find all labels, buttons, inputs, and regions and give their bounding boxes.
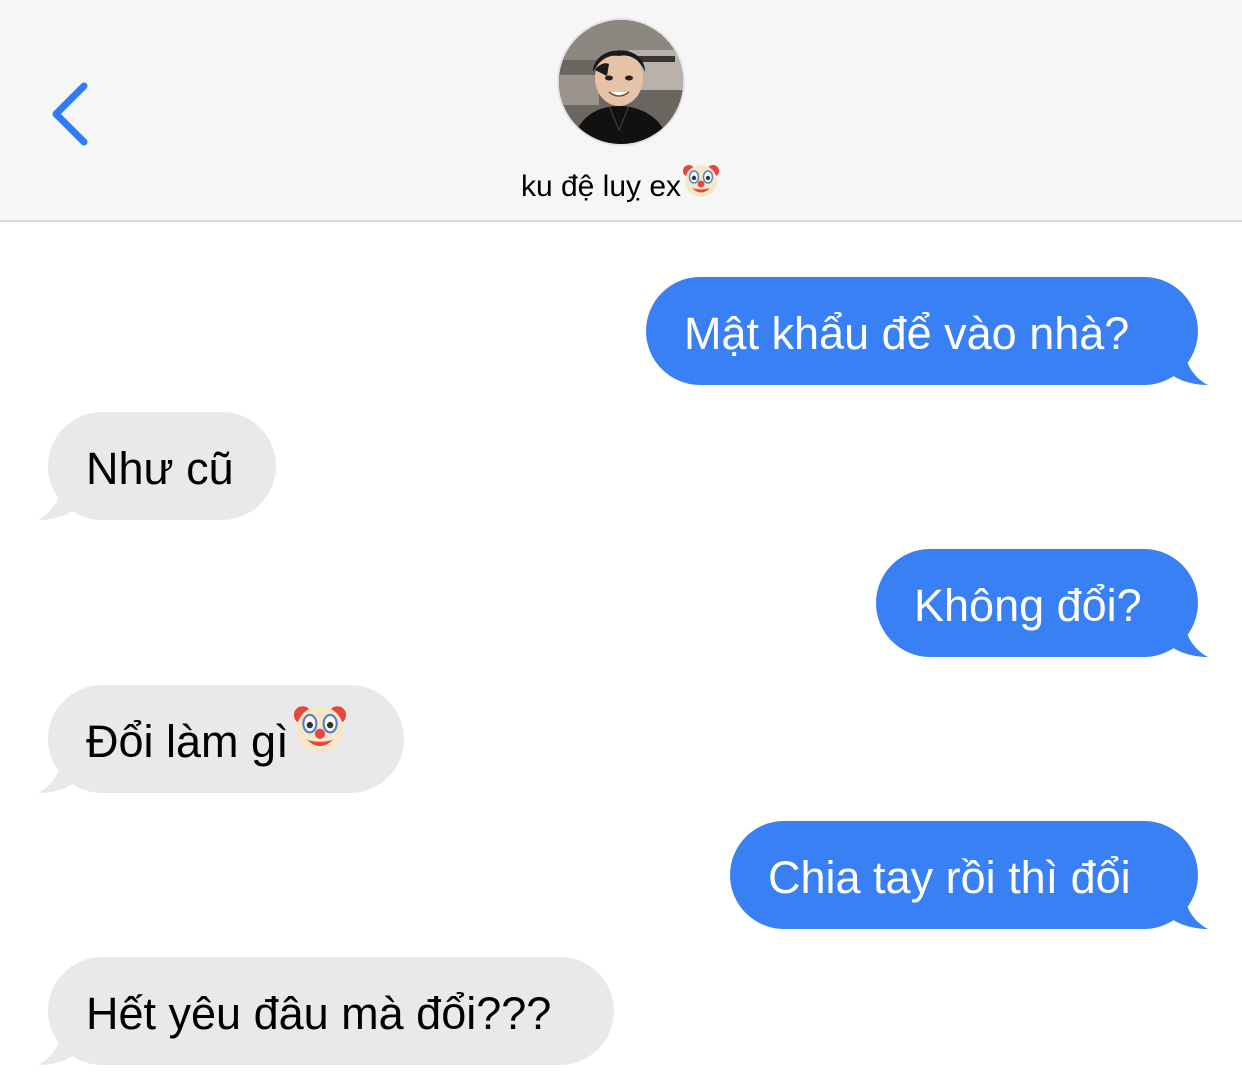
bubble-tail [38,480,78,520]
bubble-tail [1168,345,1208,385]
imessage-conversation-screen: ku đệ luỵ ex Mật khẩu để vào nhà? Như cũ… [0,0,1242,1082]
message-text: Mật khẩu để vào nhà? [684,308,1130,360]
message-text: Đổi làm gì [86,716,289,768]
sent-message-bubble[interactable]: Mật khẩu để vào nhà? [646,277,1208,385]
message-text: Không đổi? [914,580,1142,632]
sent-message-bubble[interactable]: Không đổi? [876,549,1208,657]
contact-avatar[interactable] [559,20,683,144]
bubble-tail [1168,617,1208,657]
bubble-tail [38,753,78,793]
message-text: Chia tay rồi thì đổi [768,852,1131,904]
clown-face-icon [681,160,721,214]
chevron-left-icon [52,82,88,146]
bubble-tail [1168,889,1208,929]
contact-name-button[interactable]: ku đệ luỵ ex [0,160,1242,214]
clown-face-icon [291,688,349,796]
received-message-bubble[interactable]: Như cũ [38,412,276,520]
received-message-bubble[interactable]: Hết yêu đâu mà đổi??? [38,957,614,1065]
bubble-tail [38,1025,78,1065]
message-text: Như cũ [86,443,234,495]
conversation-header: ku đệ luỵ ex [0,0,1242,222]
message-text: Hết yêu đâu mà đổi??? [86,988,552,1040]
sent-message-bubble[interactable]: Chia tay rồi thì đổi [730,821,1208,929]
contact-name: ku đệ luỵ ex [520,170,682,203]
received-message-bubble[interactable]: Đổi làm gì [38,685,404,796]
avatar-photo [559,20,683,144]
back-button[interactable] [44,78,104,150]
